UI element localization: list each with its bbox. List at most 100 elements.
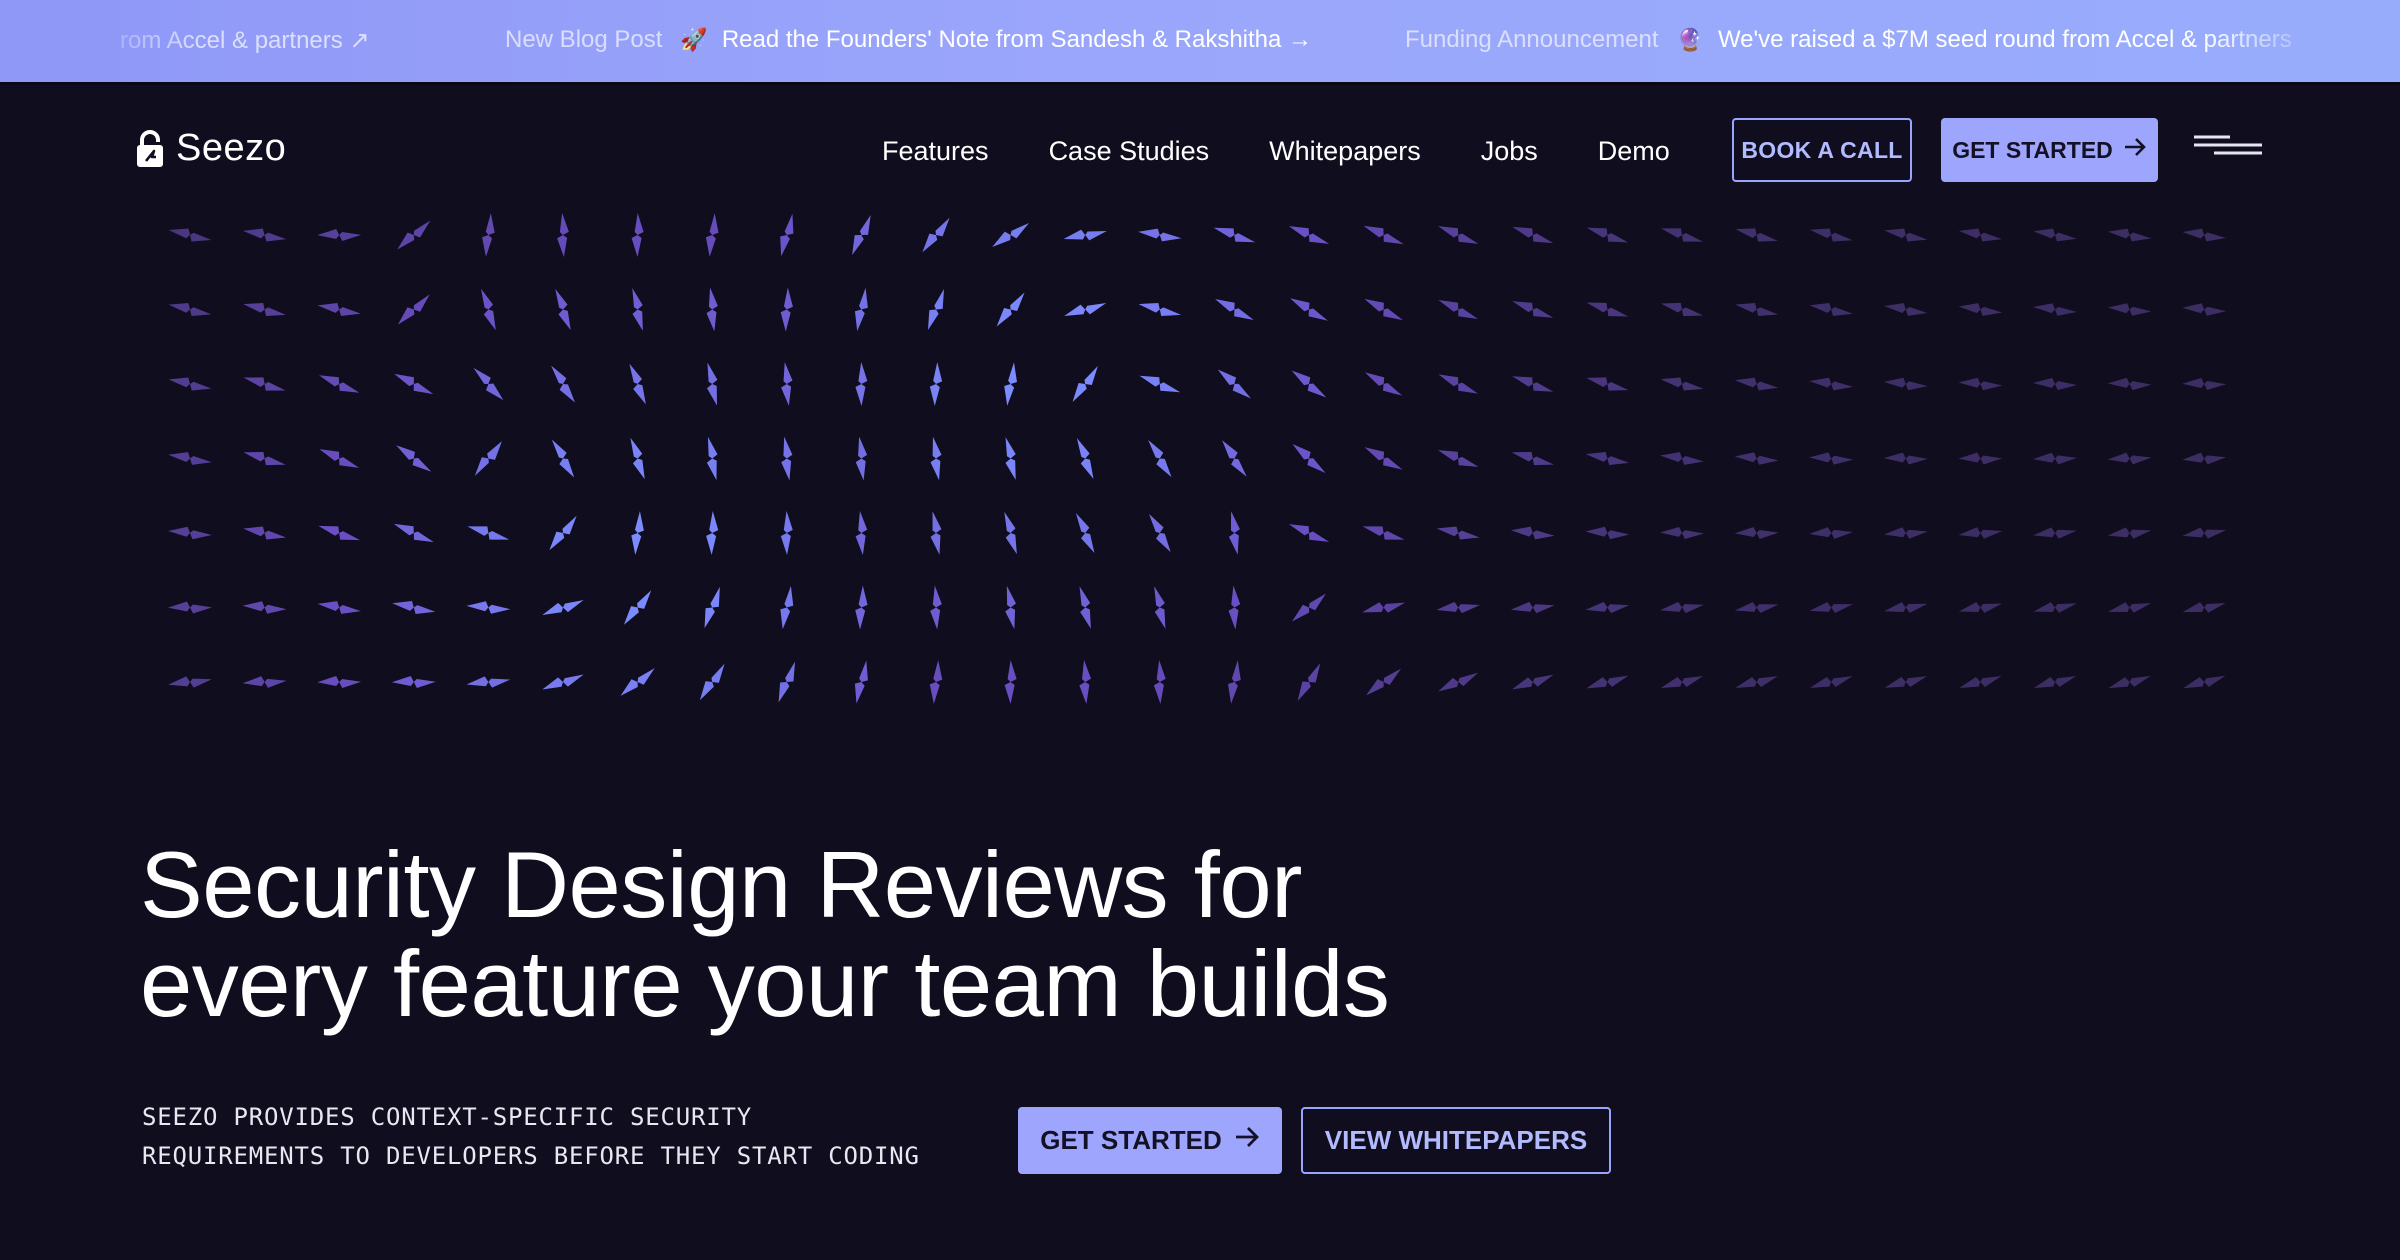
vector-glyph (2107, 452, 2152, 465)
vector-glyph (391, 676, 436, 688)
vector-glyph (854, 287, 868, 332)
vector-glyph (1364, 372, 1403, 396)
book-call-button[interactable]: BOOK A CALL (1732, 118, 1912, 182)
vector-glyph (629, 363, 646, 405)
hero-get-started-label: GET STARTED (1040, 1125, 1222, 1155)
vector-glyph (1004, 511, 1017, 555)
vector-glyph (481, 288, 496, 331)
vector-glyph (1809, 527, 1854, 539)
vector-glyph (1153, 660, 1166, 704)
nav-link-jobs[interactable]: Jobs (1481, 131, 1538, 171)
vector-glyph (2107, 228, 2152, 242)
vector-glyph (1883, 452, 1928, 465)
vector-glyph (1004, 660, 1017, 704)
vector-glyph (1363, 225, 1404, 245)
vector-glyph (2033, 377, 2077, 391)
vector-glyph (1660, 601, 1704, 614)
brand-name: Seezo (176, 127, 287, 169)
padlock-icon (136, 129, 164, 168)
vector-glyph (1809, 676, 1853, 688)
vector-glyph (542, 599, 584, 616)
vector-glyph (2033, 452, 2077, 465)
hamburger-menu-icon[interactable] (2192, 129, 2264, 169)
vector-glyph (1734, 601, 1779, 614)
vector-glyph (620, 668, 655, 696)
vector-glyph (242, 228, 287, 242)
vector-glyph (1138, 302, 1182, 317)
vector-glyph (922, 217, 950, 253)
vector-glyph (1958, 602, 2003, 613)
vector-glyph (631, 511, 644, 555)
fade-left (0, 0, 200, 82)
vector-glyph (2033, 527, 2077, 539)
vector-glyph (1884, 303, 1928, 316)
vector-glyph (1438, 299, 1479, 320)
vector-glyph (1512, 674, 1554, 690)
vector-glyph (1064, 303, 1107, 316)
vector-glyph (482, 213, 495, 257)
vector-glyph (1585, 452, 1629, 465)
vector-glyph (930, 511, 942, 555)
vector-glyph (1734, 452, 1779, 465)
vector-glyph (778, 661, 796, 703)
vector-glyph (318, 525, 361, 541)
vector-glyph (706, 436, 718, 481)
vector-glyph (1586, 227, 1629, 243)
nav-link-demo[interactable]: Demo (1598, 131, 1670, 171)
vector-glyph (1958, 228, 2003, 242)
view-whitepapers-button[interactable]: VIEW WHITEPAPERS (1301, 1107, 1611, 1174)
vector-glyph (1809, 602, 1853, 613)
nav-link-whitepapers[interactable]: Whitepapers (1269, 131, 1421, 171)
vector-glyph (2182, 377, 2227, 391)
vector-glyph (2183, 675, 2226, 689)
vector-glyph (393, 523, 434, 543)
vector-glyph (631, 213, 644, 257)
announcement-item[interactable]: Funding Announcement 🔮 We've raised a $7… (1405, 0, 2292, 80)
vector-glyph (1660, 302, 1704, 317)
hero-title-line-1: Security Design Reviews for (140, 832, 1302, 937)
vector-glyph (1436, 526, 1480, 540)
announcement-bar: rom Accel & partners ↗ New Blog Post 🚀 R… (0, 0, 2400, 85)
vector-glyph (706, 287, 718, 332)
nav-get-started-button[interactable]: GET STARTED (1941, 118, 2158, 182)
vector-glyph (2182, 303, 2227, 316)
vector-glyph (781, 362, 793, 406)
vector-glyph (930, 436, 942, 481)
vector-glyph (1228, 511, 1240, 555)
vector-glyph (1438, 672, 1479, 692)
vector-glyph (396, 445, 432, 472)
vector-glyph (1290, 298, 1328, 321)
brand-logo[interactable]: Seezo (136, 127, 286, 170)
vector-glyph (397, 220, 431, 250)
nav-link-features[interactable]: Features (882, 131, 989, 171)
vector-glyph (1217, 369, 1251, 399)
vector-glyph (551, 439, 575, 478)
vector-glyph (1510, 601, 1555, 614)
vector-glyph (2182, 527, 2227, 539)
vector-glyph (168, 526, 212, 540)
vector-glyph (1809, 377, 1854, 391)
top-nav: Seezo Features Case Studies Whitepapers … (0, 85, 2400, 215)
vector-glyph (242, 601, 287, 614)
vector-glyph (780, 585, 794, 630)
vector-glyph (317, 303, 361, 316)
vector-glyph (2033, 303, 2077, 316)
hero-subtitle-line-2: REQUIREMENTS TO DEVELOPERS BEFORE THEY S… (142, 1142, 920, 1170)
vector-glyph (551, 365, 575, 403)
vector-glyph (780, 287, 793, 332)
vector-glyph (1809, 452, 1854, 465)
vector-glyph (2182, 602, 2226, 613)
vector-glyph (2033, 602, 2077, 613)
vector-glyph (2107, 377, 2152, 391)
vector-glyph (704, 586, 720, 629)
announcement-item[interactable]: New Blog Post 🚀 Read the Founders' Note … (505, 0, 1312, 80)
vector-glyph (1586, 377, 1629, 391)
hero-subtitle: SEEZO PROVIDES CONTEXT-SPECIFIC SECURITY… (142, 1098, 1022, 1176)
vector-glyph (929, 362, 943, 406)
hero-get-started-button[interactable]: GET STARTED (1018, 1107, 1282, 1174)
nav-link-case-studies[interactable]: Case Studies (1049, 131, 1210, 171)
vector-glyph (632, 288, 643, 331)
vector-glyph (1438, 226, 1479, 244)
announcement-kicker: Funding Announcement (1405, 26, 1659, 53)
vector-glyph (1288, 226, 1330, 244)
